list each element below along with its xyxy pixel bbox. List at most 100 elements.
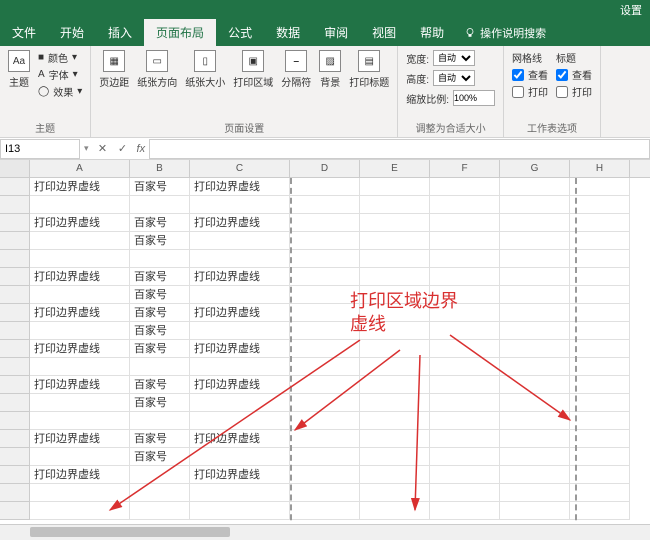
themes-button[interactable]: Aa 主题 xyxy=(8,50,30,89)
cell[interactable] xyxy=(570,268,630,286)
cell[interactable] xyxy=(290,340,360,358)
cell[interactable] xyxy=(430,322,500,340)
row-header[interactable] xyxy=(0,286,30,304)
cell[interactable] xyxy=(190,286,290,304)
cell[interactable] xyxy=(430,358,500,376)
cell[interactable] xyxy=(570,430,630,448)
cell[interactable]: 打印边界虚线 xyxy=(30,376,130,394)
cell[interactable] xyxy=(500,448,570,466)
cell[interactable] xyxy=(30,232,130,250)
cell[interactable]: 打印边界虚线 xyxy=(30,178,130,196)
cell[interactable] xyxy=(360,358,430,376)
cell[interactable] xyxy=(500,196,570,214)
cell[interactable] xyxy=(360,412,430,430)
cell[interactable] xyxy=(190,448,290,466)
row-header[interactable] xyxy=(0,394,30,412)
cell[interactable] xyxy=(290,376,360,394)
tab-view[interactable]: 视图 xyxy=(360,19,408,46)
print-titles-button[interactable]: ▤打印标题 xyxy=(349,50,389,89)
row-header[interactable] xyxy=(0,196,30,214)
cell[interactable] xyxy=(360,196,430,214)
tell-me-search[interactable]: 操作说明搜索 xyxy=(456,20,554,46)
cell[interactable] xyxy=(500,268,570,286)
cell[interactable]: 打印边界虚线 xyxy=(30,466,130,484)
row-header[interactable] xyxy=(0,304,30,322)
cancel-icon[interactable]: ✕ xyxy=(93,142,113,155)
cell[interactable]: 百家号 xyxy=(130,304,190,322)
cell[interactable]: 百家号 xyxy=(130,232,190,250)
cell[interactable] xyxy=(290,268,360,286)
cell[interactable] xyxy=(360,448,430,466)
cell[interactable] xyxy=(360,484,430,502)
margins-button[interactable]: ▦页边距 xyxy=(99,50,129,89)
tab-home[interactable]: 开始 xyxy=(48,19,96,46)
cell[interactable] xyxy=(570,502,630,520)
row-header[interactable] xyxy=(0,178,30,196)
cell[interactable] xyxy=(570,394,630,412)
width-select[interactable]: 自动 xyxy=(433,50,475,66)
name-box[interactable] xyxy=(0,139,80,159)
cell[interactable] xyxy=(570,448,630,466)
cell[interactable] xyxy=(430,502,500,520)
cell[interactable] xyxy=(360,304,430,322)
row-header[interactable] xyxy=(0,214,30,232)
cell[interactable]: 百家号 xyxy=(130,448,190,466)
cell[interactable] xyxy=(570,340,630,358)
cell[interactable] xyxy=(290,178,360,196)
cell[interactable] xyxy=(30,286,130,304)
col-header-F[interactable]: F xyxy=(430,160,500,177)
breaks-button[interactable]: ⎯分隔符 xyxy=(281,50,311,89)
cell[interactable] xyxy=(500,484,570,502)
cell[interactable] xyxy=(570,376,630,394)
cell[interactable] xyxy=(430,340,500,358)
cell[interactable] xyxy=(500,430,570,448)
cell[interactable]: 百家号 xyxy=(130,394,190,412)
size-button[interactable]: ▯纸张大小 xyxy=(185,50,225,89)
height-select[interactable]: 自动 xyxy=(433,70,475,86)
effects-button[interactable]: ◯ 效果 ▾ xyxy=(38,84,82,99)
row-header[interactable] xyxy=(0,376,30,394)
select-all-corner[interactable] xyxy=(0,160,30,177)
scale-input[interactable] xyxy=(453,90,495,106)
cell[interactable]: 百家号 xyxy=(130,340,190,358)
cell[interactable] xyxy=(30,250,130,268)
headings-view-checkbox[interactable]: 查看 xyxy=(556,67,592,82)
cell[interactable] xyxy=(430,394,500,412)
enter-icon[interactable]: ✓ xyxy=(113,142,133,155)
cell[interactable] xyxy=(290,286,360,304)
row-header[interactable] xyxy=(0,484,30,502)
fx-icon[interactable]: fx xyxy=(133,143,150,155)
cell[interactable] xyxy=(500,340,570,358)
cell[interactable] xyxy=(190,250,290,268)
cell[interactable] xyxy=(290,196,360,214)
row-header[interactable] xyxy=(0,358,30,376)
tab-review[interactable]: 审阅 xyxy=(312,19,360,46)
cell[interactable] xyxy=(360,178,430,196)
cell[interactable] xyxy=(570,286,630,304)
cell[interactable] xyxy=(190,412,290,430)
cell[interactable] xyxy=(290,304,360,322)
colors-button[interactable]: ■ 颜色 ▾ xyxy=(38,50,82,65)
cell[interactable] xyxy=(190,484,290,502)
cell[interactable]: 打印边界虚线 xyxy=(190,376,290,394)
cell[interactable]: 打印边界虚线 xyxy=(190,304,290,322)
cell[interactable]: 打印边界虚线 xyxy=(190,268,290,286)
cell[interactable] xyxy=(500,304,570,322)
tab-file[interactable]: 文件 xyxy=(0,19,48,46)
cell[interactable] xyxy=(430,178,500,196)
cell[interactable]: 打印边界虚线 xyxy=(190,430,290,448)
cell[interactable] xyxy=(500,178,570,196)
col-header-A[interactable]: A xyxy=(30,160,130,177)
cell[interactable] xyxy=(30,322,130,340)
settings-label[interactable]: 设置 xyxy=(620,2,642,18)
cell[interactable]: 百家号 xyxy=(130,214,190,232)
worksheet-grid[interactable]: A B C D E F G H 打印边界虚线百家号打印边界虚线打印边界虚线百家号… xyxy=(0,160,650,540)
cell[interactable] xyxy=(130,196,190,214)
cell[interactable] xyxy=(30,502,130,520)
cell[interactable] xyxy=(430,484,500,502)
cell[interactable]: 打印边界虚线 xyxy=(30,268,130,286)
cell[interactable]: 打印边界虚线 xyxy=(30,340,130,358)
cell[interactable] xyxy=(570,358,630,376)
cell[interactable] xyxy=(290,394,360,412)
cell[interactable]: 百家号 xyxy=(130,322,190,340)
